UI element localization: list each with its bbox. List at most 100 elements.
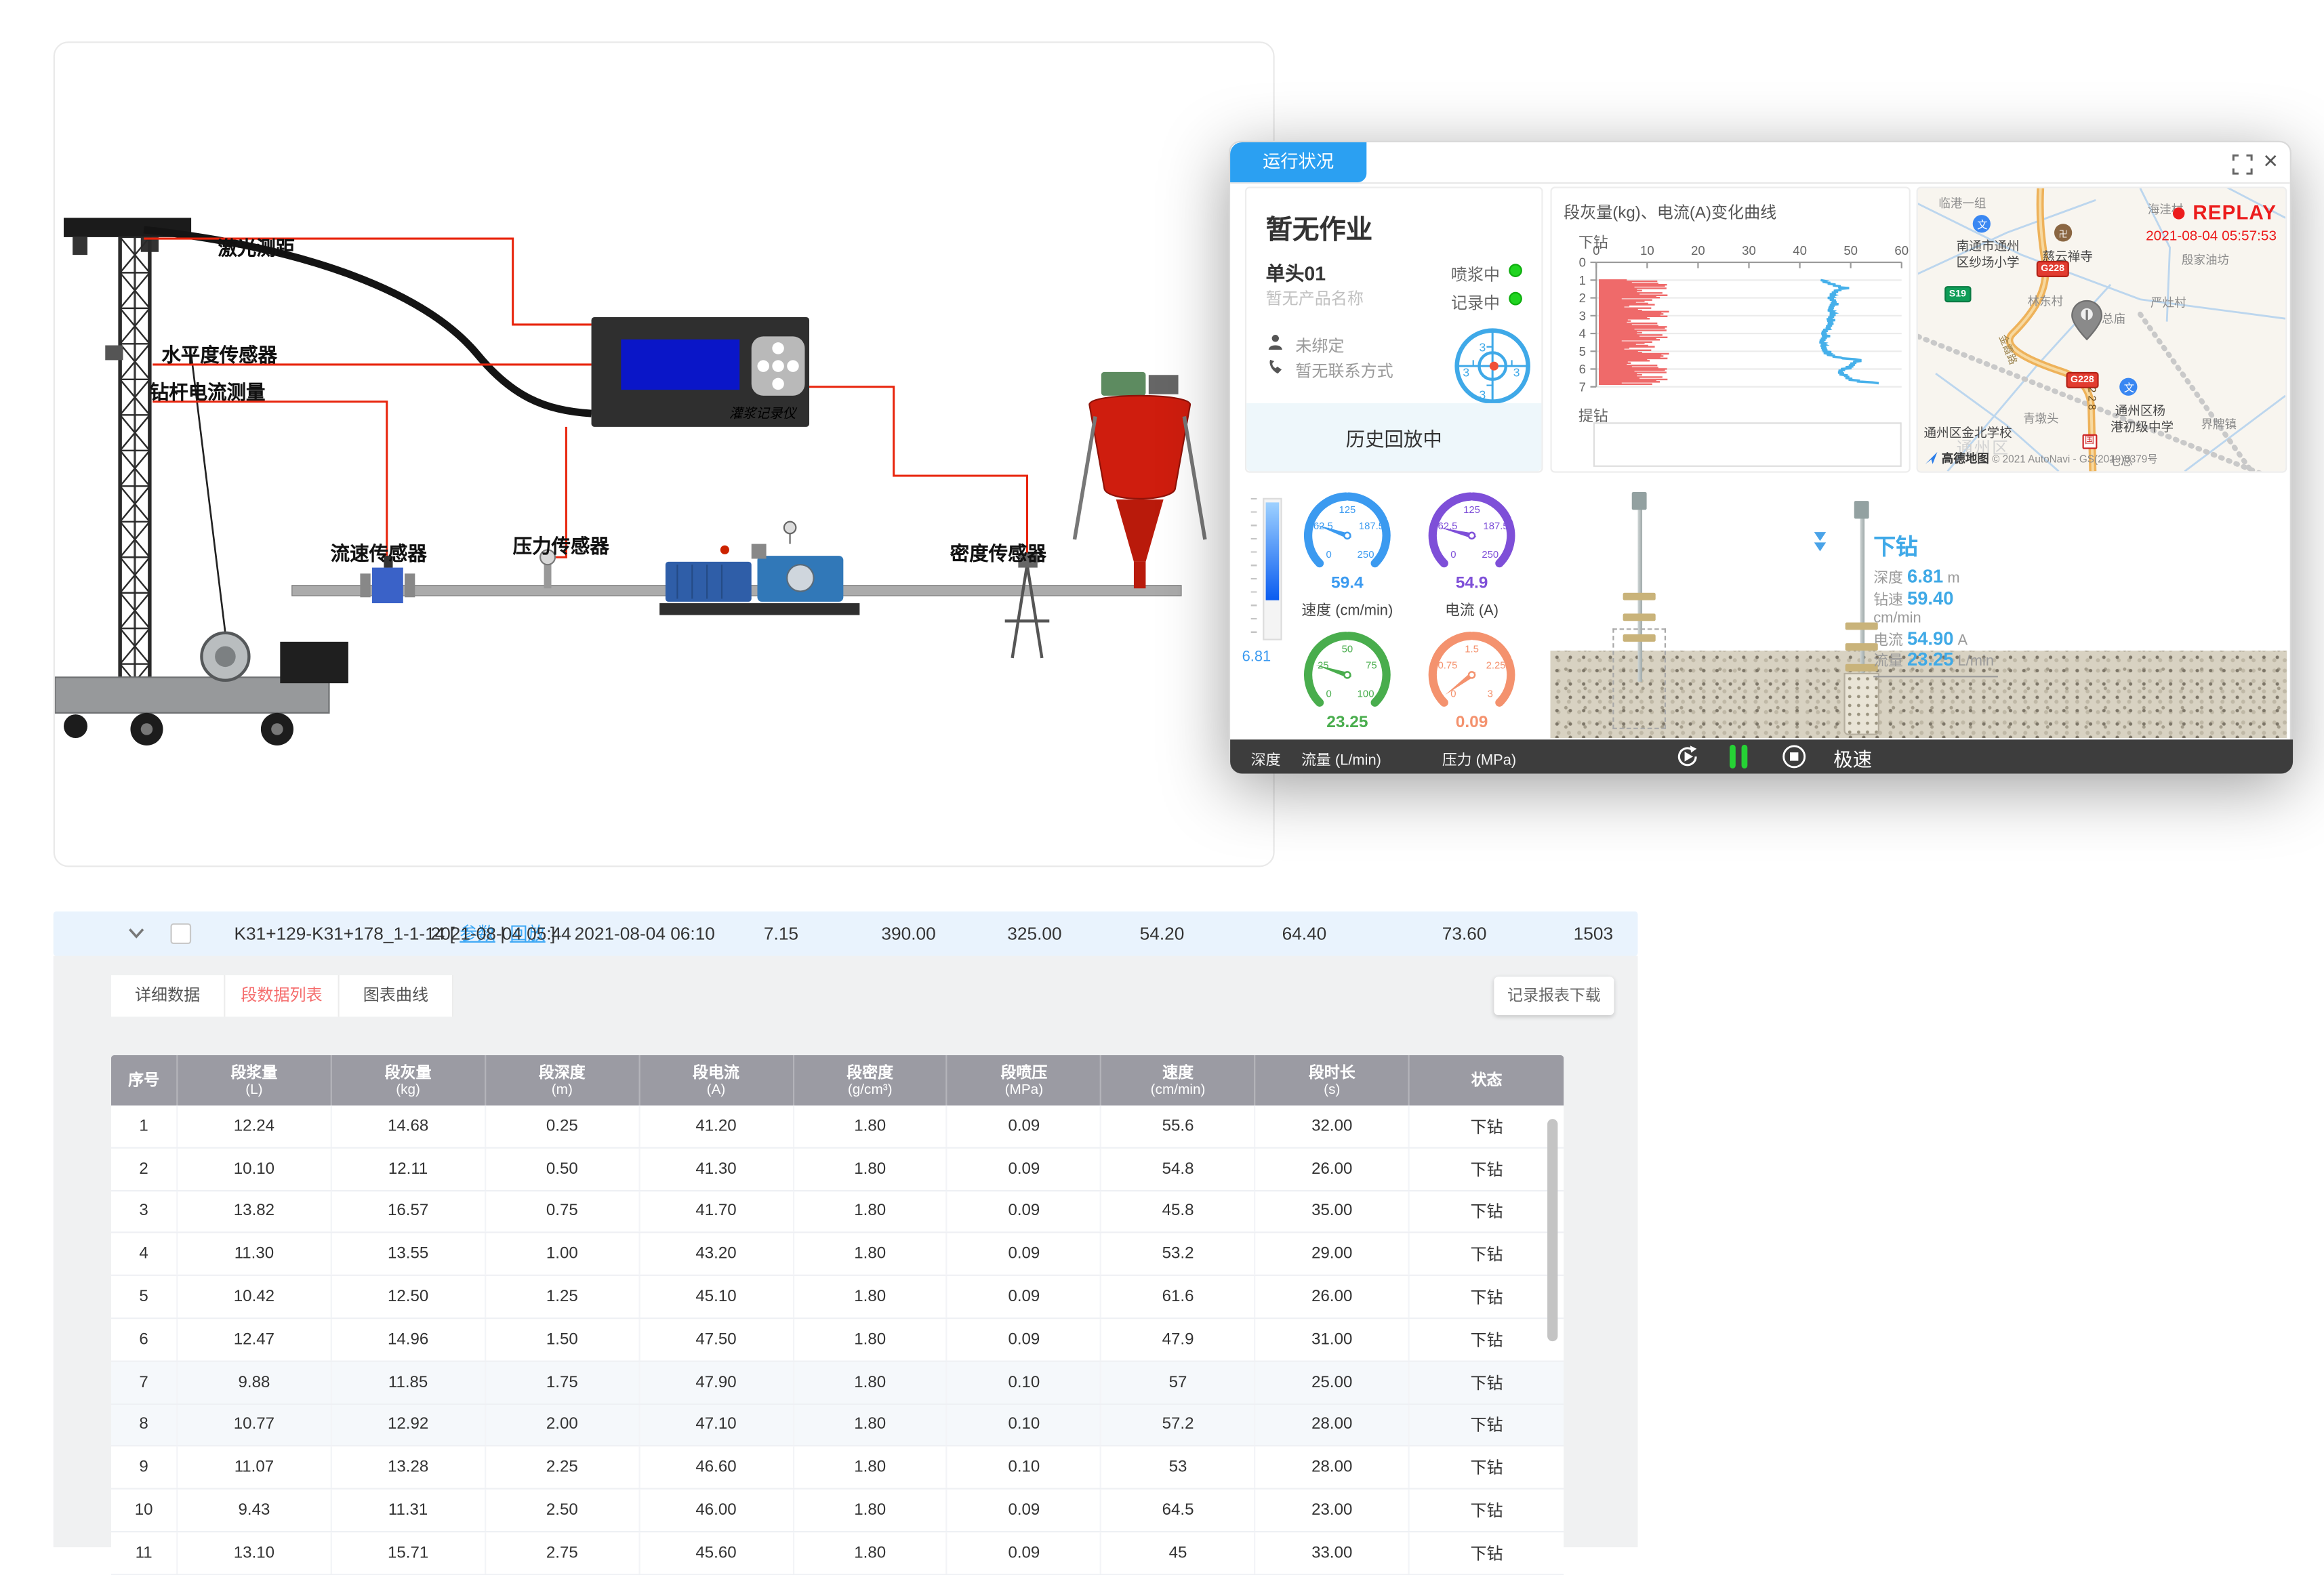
table-cell: 6	[111, 1319, 178, 1360]
table-cell: 0.10	[947, 1404, 1101, 1446]
footer-depth-label: 深度	[1251, 747, 1281, 769]
table-cell: 0.09	[947, 1148, 1101, 1189]
tab-chart-curve[interactable]: 图表曲线	[340, 975, 453, 1017]
table-row: 612.4714.961.5047.501.800.0947.931.00下钻	[111, 1319, 1564, 1362]
density-sensor	[1005, 553, 1050, 658]
tab-detail-data[interactable]: 详细数据	[111, 975, 225, 1017]
drill-mode: 下钻	[1873, 531, 1998, 562]
table-row: 313.8216.570.7541.701.800.0945.835.00下钻	[111, 1191, 1564, 1233]
table-cell: 12.50	[332, 1276, 486, 1317]
table-cell: 46.60	[640, 1447, 794, 1488]
table-cell: 15.71	[332, 1532, 486, 1574]
chevron-down-icon[interactable]	[127, 926, 145, 941]
table-cell: 下钻	[1410, 1404, 1564, 1446]
level-sensor-box	[105, 346, 123, 361]
table-cell: 1.25	[486, 1276, 640, 1317]
job-title: 暂无作业	[1266, 209, 1372, 247]
left-rig-head	[1632, 492, 1647, 510]
table-cell: 1.80	[794, 1490, 947, 1531]
svg-text:1.5: 1.5	[1465, 645, 1479, 655]
table-row: 210.1012.110.5041.301.800.0954.826.00下钻	[111, 1148, 1564, 1191]
playback-speed-button[interactable]: 极速	[1833, 744, 1872, 773]
summary-cell: 2021-08-04 06:10	[575, 912, 715, 956]
fullscreen-icon[interactable]	[2232, 154, 2253, 175]
table-header-cell: 段喷压(MPa)	[947, 1055, 1101, 1105]
close-icon[interactable]: ×	[2263, 146, 2278, 176]
stop-button[interactable]	[1782, 744, 1807, 769]
pause-button[interactable]	[1728, 744, 1749, 769]
right-rig-mast	[1860, 510, 1865, 676]
table-cell: 3	[111, 1191, 178, 1232]
recording-status-dot	[1509, 292, 1522, 306]
tab-segment-list[interactable]: 段数据列表	[225, 975, 339, 1017]
table-cell: 2.75	[486, 1532, 640, 1574]
power-box	[280, 642, 348, 683]
table-header-cell: 段密度(g/cm³)	[794, 1055, 947, 1105]
depth-bar-value: 6.81	[1242, 649, 1271, 666]
table-cell: 下钻	[1410, 1532, 1564, 1574]
svg-text:6: 6	[1579, 362, 1586, 376]
svg-text:60: 60	[1894, 243, 1909, 258]
svg-text:10: 10	[1640, 243, 1654, 258]
svg-text:3: 3	[1463, 365, 1469, 379]
tab-runtime-status[interactable]: 运行状况	[1230, 142, 1366, 182]
table-header-cell: 段时长(s)	[1256, 1055, 1410, 1105]
road-badge-g228-2: G228	[2066, 372, 2098, 388]
map-attribution: 高德地图 © 2021 AutoNavi - GS(2019)6379号	[1925, 451, 2158, 467]
svg-text:0: 0	[1326, 550, 1332, 560]
table-cell: 41.20	[640, 1105, 794, 1147]
svg-text:20: 20	[1691, 243, 1705, 258]
table-cell: 1.80	[794, 1191, 947, 1232]
table-header: 序号段浆量(L)段灰量(kg)段深度(m)段电流(A)段密度(g/cm³)段喷压…	[111, 1055, 1564, 1105]
table-cell: 35.00	[1256, 1191, 1410, 1232]
drilling-animation-panel: 下钻 深度 6.81 m钻速 59.40 cm/min电流 54.90 A流量 …	[1550, 480, 2287, 739]
svg-text:125: 125	[1339, 505, 1355, 516]
table-cell: 1.80	[794, 1233, 947, 1275]
svg-text:40: 40	[1793, 243, 1807, 258]
table-cell: 11.85	[332, 1362, 486, 1403]
table-cell: 14.68	[332, 1105, 486, 1147]
map-label: 殷家油坊	[2182, 252, 2229, 268]
map-label: 临港一组	[1938, 196, 1986, 212]
table-cell: 1.80	[794, 1276, 947, 1317]
table-cell: 12.11	[332, 1148, 486, 1189]
table-cell: 7	[111, 1362, 178, 1403]
map-panel[interactable]: 文 卍 文 临港一组海洼村南通市通州区纱场小学慈云禅寺殷家油坊林东村严灶村总庙青…	[1917, 187, 2287, 473]
job-info-panel: 暂无作业 单头01 暂无产品名称 喷浆中 记录中 未绑定 暂无联系方式	[1245, 187, 1543, 473]
gauge-value: 59.4	[1331, 573, 1364, 592]
svg-text:187.5: 187.5	[1484, 521, 1509, 532]
svg-text:文: 文	[1977, 220, 1987, 231]
road-badge-s19: S19	[1944, 286, 1970, 302]
table-header-cell: 段电流(A)	[640, 1055, 794, 1105]
table-cell: 下钻	[1410, 1447, 1564, 1488]
table-cell: 45	[1102, 1532, 1256, 1574]
report-download-button[interactable]: 记录报表下载	[1494, 977, 1614, 1015]
grout-pump	[659, 522, 859, 615]
label-level-sensor: 水平度传感器	[161, 340, 277, 368]
road-badge-g228: G228	[2037, 261, 2069, 277]
svg-text:187.5: 187.5	[1359, 521, 1384, 532]
svg-text:250: 250	[1358, 550, 1374, 560]
table-cell: 14.96	[332, 1319, 486, 1360]
map-label: 港初级中学	[2111, 418, 2174, 436]
table-cell: 0.10	[947, 1447, 1101, 1488]
label-rod-current: 钻杆电流测量	[150, 376, 266, 405]
table-cell: 2	[111, 1148, 178, 1189]
table-cell: 0.25	[486, 1105, 640, 1147]
table-cell: 47.90	[640, 1362, 794, 1403]
table-cell: 64.5	[1102, 1490, 1256, 1531]
table-cell: 下钻	[1410, 1148, 1564, 1189]
record-summary-row[interactable]: K31+129-K31+178_1-1-14 [ 参数 | 回放 ] 2021-…	[54, 912, 1638, 956]
table-cell: 0.09	[947, 1233, 1101, 1275]
label-flow-sensor: 流速传感器	[331, 538, 427, 567]
drill-readout-row: 钻速 59.40 cm/min	[1873, 589, 1998, 629]
gauge-cluster: 6.81 062.5125187.525059.4速度 (cm/min) 062…	[1242, 480, 1545, 739]
table-cell: 53.2	[1102, 1233, 1256, 1275]
restart-replay-button[interactable]	[1675, 744, 1700, 769]
sensor-wires	[144, 239, 1027, 567]
table-cell: 43.20	[640, 1233, 794, 1275]
record-checkbox[interactable]	[170, 923, 191, 944]
product-name: 暂无产品名称	[1266, 286, 1364, 310]
table-scrollbar-thumb[interactable]	[1547, 1119, 1557, 1341]
table-cell: 1.50	[486, 1319, 640, 1360]
